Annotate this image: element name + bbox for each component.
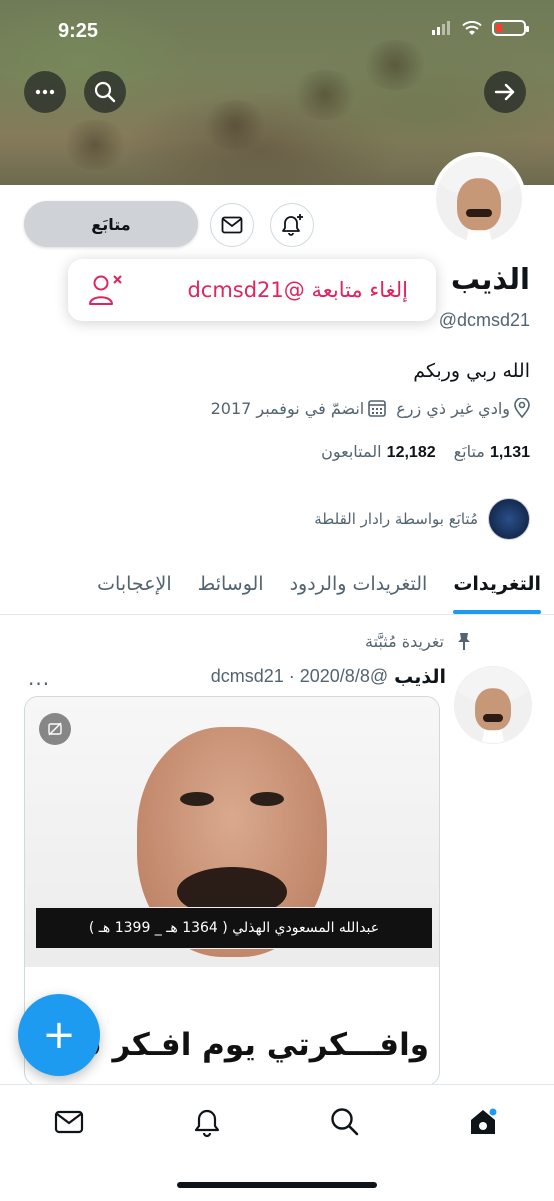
location-icon [514,398,530,418]
tweet-avatar[interactable] [454,666,532,744]
arrow-right-icon[interactable] [484,71,526,113]
join-date: انضمّ في نوفمبر 2017 [211,399,387,418]
followers-stat[interactable]: 12,182 المتابعون [321,442,436,462]
signal-icon [432,21,450,35]
unfollow-label[interactable]: إلغاء متابعة @dcmsd21 [187,278,408,302]
profile-meta: وادي غير ذي زرع انضمّ في نوفمبر 2017 [211,398,530,418]
tweet-more-icon[interactable]: ··· [28,672,50,696]
profile-name: الذيب [450,262,530,296]
sensitive-media-icon[interactable] [39,713,71,745]
profile-tabs: التغريدات التغريدات والردود الوسائط الإع… [0,554,554,615]
unfollow-user-icon [89,275,122,305]
profile-avatar[interactable] [432,152,526,246]
bell-plus-icon [282,214,303,236]
unfollow-popup[interactable]: إلغاء متابعة @dcmsd21 [68,259,436,321]
join-date-text: انضمّ في نوفمبر 2017 [210,398,365,418]
following-button[interactable]: متابَع [24,201,198,247]
profile-bio: الله ربي وربكم [413,360,530,382]
notify-button[interactable] [270,203,314,247]
tab-likes[interactable]: الإعجابات [84,554,184,614]
following-stat[interactable]: 1,131 متابَع [454,442,530,462]
tweet-handle-date: @dcmsd21 · 2020/8/8 [210,666,389,686]
more-icon[interactable] [24,71,66,113]
pinned-label: تغريدة مُثبَّتة [365,631,444,651]
followed-by[interactable]: مُتابَع بواسطة رادار القلطة [314,498,530,540]
followed-by-text: مُتابَع بواسطة رادار القلطة [314,510,478,528]
profile-stats: 1,131 متابَع 12,182 المتابعون [321,442,530,462]
explore-search-icon[interactable] [328,1105,362,1139]
battery-icon [492,20,529,36]
home-indicator [177,1182,377,1188]
compose-button[interactable]: + [18,994,100,1076]
profile-handle: @dcmsd21 [438,310,530,330]
mail-icon [221,216,243,234]
tab-tweets[interactable]: التغريدات [440,554,554,614]
status-icons [432,20,529,36]
tab-media[interactable]: الوسائط [185,554,277,614]
message-button[interactable] [210,203,254,247]
search-icon[interactable] [84,71,126,113]
messages-icon[interactable] [52,1105,86,1139]
location-text: وادي غير ذي زرع [396,398,510,418]
tweet-header: الذيب @dcmsd21 · 2020/8/8 [211,666,446,688]
media-photo: عبدالله المسعودي الهذلي ( 1364 هـ _ 1399… [25,697,439,967]
notifications-icon[interactable] [190,1105,224,1139]
calendar-icon [368,400,387,417]
pin-icon [458,633,470,650]
status-time: 9:25 [58,20,99,42]
pinned-indicator: تغريدة مُثبَّتة [365,631,474,651]
tab-tweets-replies[interactable]: التغريدات والردود [277,554,441,614]
location: وادي غير ذي زرع [396,398,530,418]
follower-avatar [488,498,530,540]
home-icon[interactable] [466,1105,500,1139]
tweet-author[interactable]: الذيب [394,666,446,688]
media-caption: عبدالله المسعودي الهذلي ( 1364 هـ _ 1399… [35,907,433,949]
wifi-icon [462,20,482,35]
